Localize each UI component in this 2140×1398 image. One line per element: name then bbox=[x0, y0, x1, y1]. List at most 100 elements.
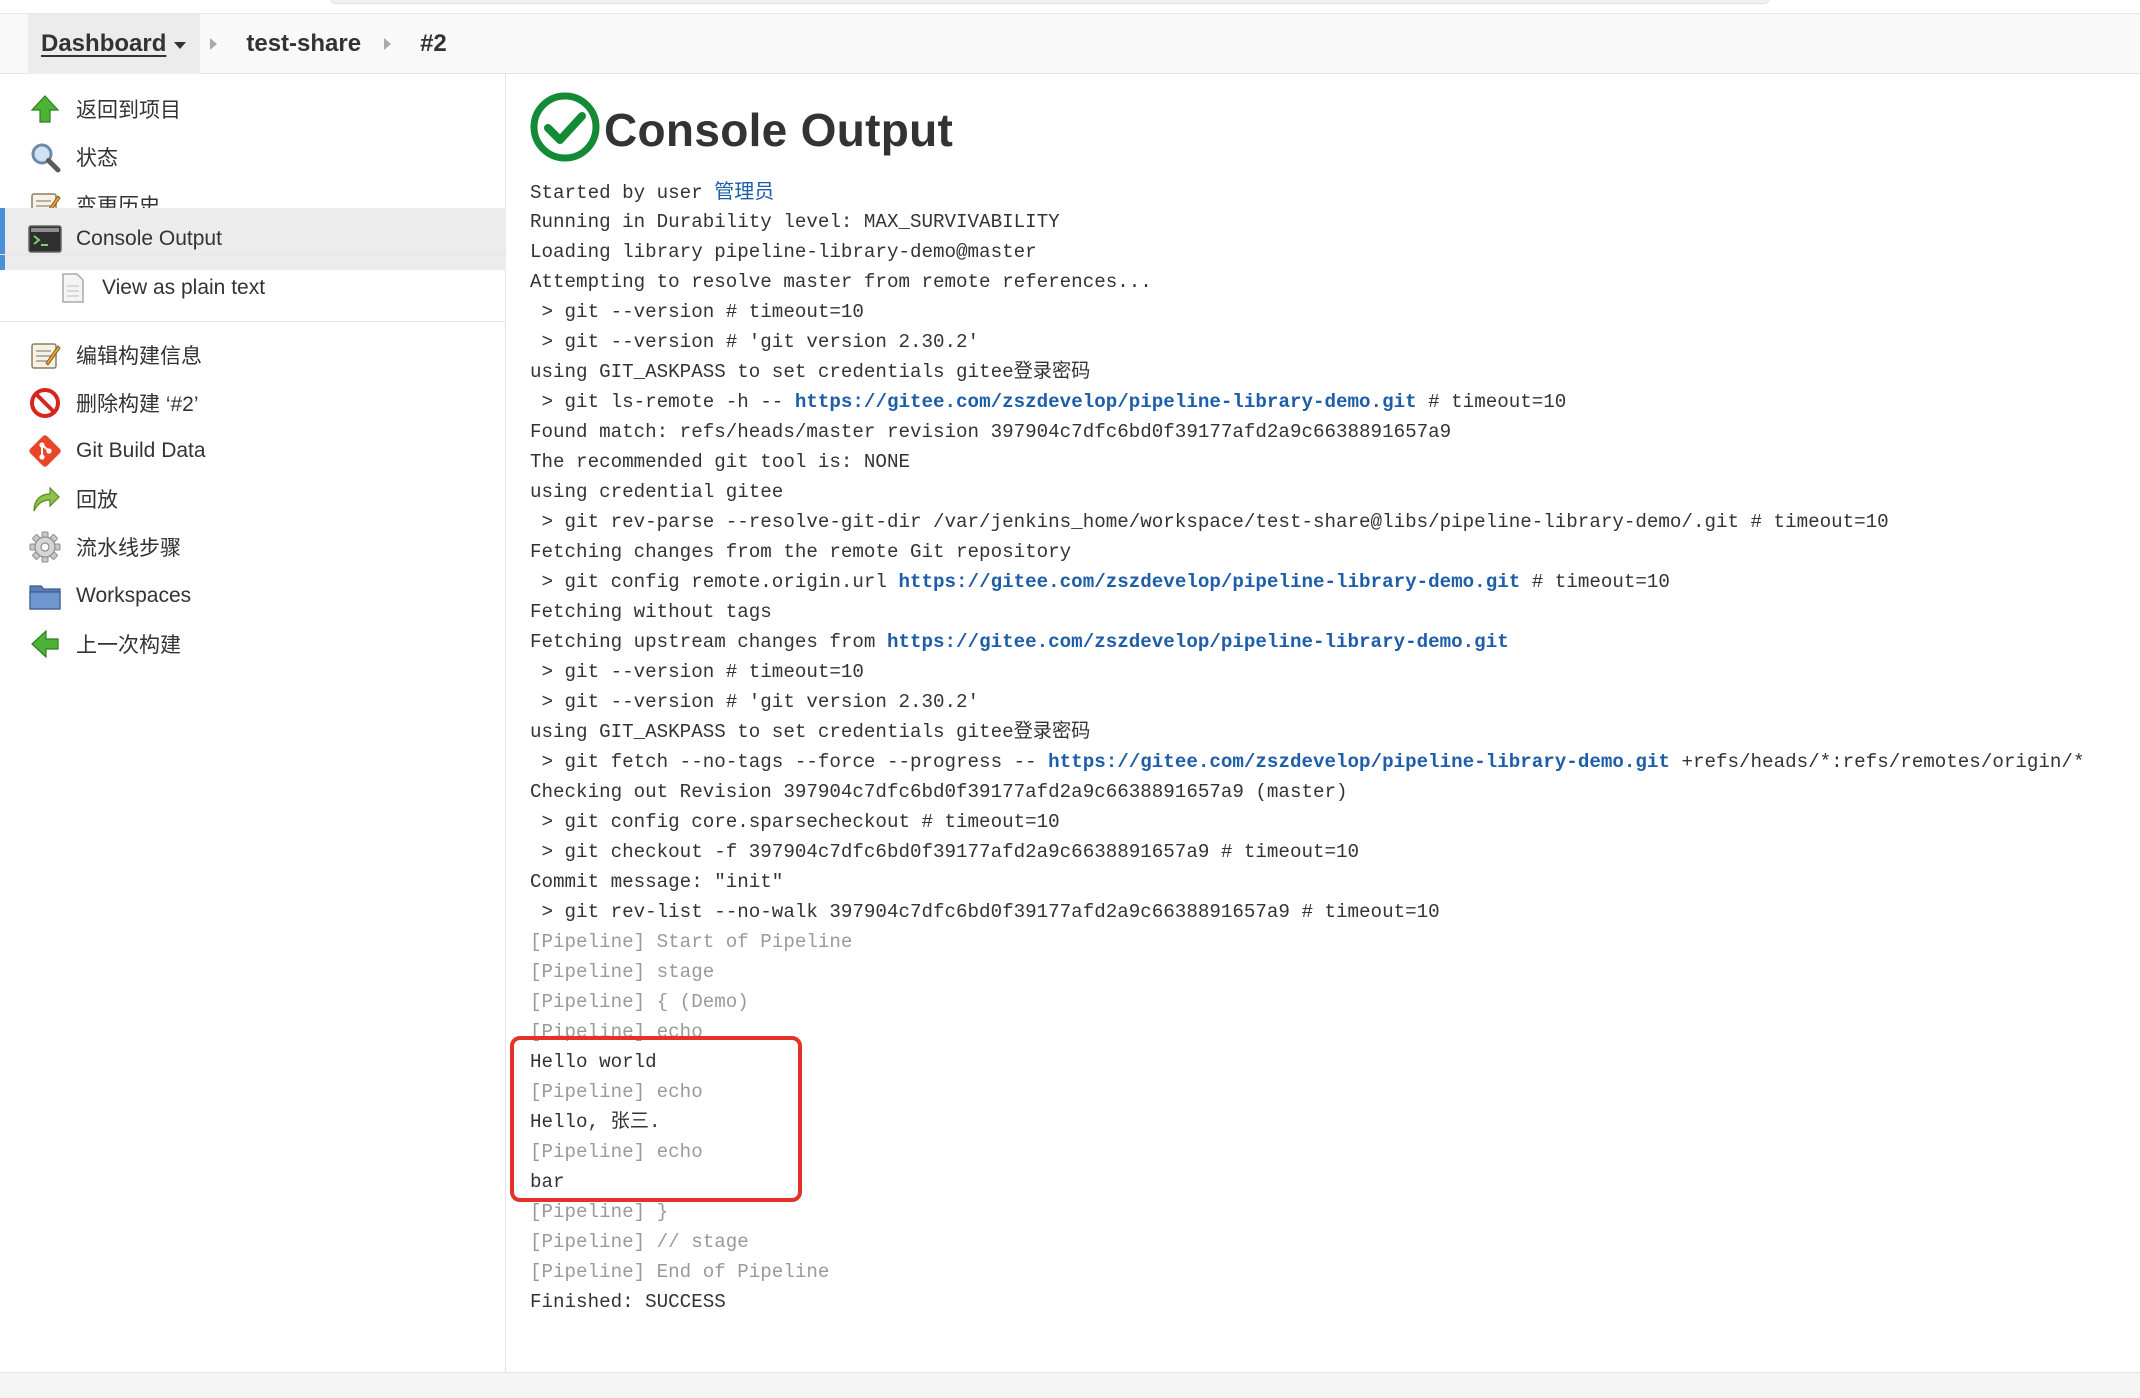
left-arrow-icon bbox=[28, 627, 62, 661]
console-line: > git ls-remote -h -- https://gitee.com/… bbox=[530, 387, 2084, 417]
user-link[interactable]: 管理员 bbox=[714, 181, 774, 203]
console-text: [Pipeline] echo bbox=[530, 1081, 703, 1103]
git-icon bbox=[28, 434, 62, 468]
console-line: > git config core.sparsecheckout # timeo… bbox=[530, 807, 2084, 837]
window-top-strip bbox=[0, 0, 2140, 14]
gear-icon bbox=[28, 530, 62, 564]
console-line: > git --version # timeout=10 bbox=[530, 297, 2084, 327]
breadcrumb-job-label[interactable]: test-share bbox=[246, 30, 361, 58]
repo-url-link[interactable]: https://gitee.com/zszdevelop/pipeline-li… bbox=[887, 631, 1509, 653]
console-text: [Pipeline] echo bbox=[530, 1021, 703, 1043]
console-text: Hello world bbox=[530, 1051, 657, 1073]
console-line: Hello, 张三. bbox=[530, 1107, 2084, 1137]
console-line: > git rev-parse --resolve-git-dir /var/j… bbox=[530, 507, 2084, 537]
page-title: Console Output bbox=[604, 103, 954, 156]
page-header: Console Output bbox=[530, 92, 953, 167]
sidebar: 返回到项目 状态 变更历史 Console Output View as pla… bbox=[0, 74, 506, 1372]
console-pipeline-line: [Pipeline] // stage bbox=[530, 1227, 2084, 1257]
console-pipeline-line: [Pipeline] stage bbox=[530, 957, 2084, 987]
main-panel: Console Output Started by user 管理员 Runnin… bbox=[530, 74, 2140, 1372]
terminal-icon bbox=[28, 222, 62, 256]
sidebar-item-label: 流水线步骤 bbox=[76, 537, 181, 560]
console-text: > git config remote.origin.url bbox=[530, 571, 899, 593]
up-arrow-icon bbox=[28, 92, 62, 126]
console-line: The recommended git tool is: NONE bbox=[530, 447, 2084, 477]
console-text: Found match: refs/heads/master revision … bbox=[530, 421, 1452, 443]
console-text: Started by user bbox=[530, 182, 715, 204]
chevron-down-icon[interactable] bbox=[174, 41, 187, 49]
console-text: [Pipeline] echo bbox=[530, 1141, 703, 1163]
chevron-right-icon bbox=[384, 37, 392, 50]
repo-url-link[interactable]: https://gitee.com/zszdevelop/pipeline-li… bbox=[1048, 751, 1670, 773]
console-line: > git --version # timeout=10 bbox=[530, 657, 2084, 687]
console-text: using GIT_ASKPASS to set credentials git… bbox=[530, 721, 1091, 743]
breadcrumb-dashboard[interactable]: Dashboard bbox=[28, 13, 201, 74]
console-line: Hello world bbox=[530, 1047, 2084, 1077]
no-entry-icon bbox=[28, 386, 62, 420]
sidebar-item-label: Git Build Data bbox=[76, 439, 206, 462]
console-line: using credential gitee bbox=[530, 477, 2084, 507]
repo-url-link[interactable]: https://gitee.com/zszdevelop/pipeline-li… bbox=[795, 391, 1417, 413]
console-line: Fetching without tags bbox=[530, 597, 2084, 627]
console-text: > git --version # timeout=10 bbox=[530, 301, 864, 323]
console-text: > git fetch --no-tags --force --progress… bbox=[530, 751, 1049, 773]
sidebar-item-label: Workspaces bbox=[76, 584, 192, 607]
console-text: > git config core.sparsecheckout # timeo… bbox=[530, 811, 1060, 833]
console-line: > git --version # 'git version 2.30.2' bbox=[530, 327, 2084, 357]
console-text: [Pipeline] End of Pipeline bbox=[530, 1261, 830, 1283]
console-pipeline-line: [Pipeline] echo bbox=[530, 1077, 2084, 1107]
console-line: > git --version # 'git version 2.30.2' bbox=[530, 687, 2084, 717]
breadcrumb: Dashboard test-share #2 bbox=[0, 13, 2140, 74]
console-text: > git --version # 'git version 2.30.2' bbox=[530, 331, 980, 353]
console-line: Fetching changes from the remote Git rep… bbox=[530, 537, 2084, 567]
sidebar-item-label: 返回到项目 bbox=[76, 99, 181, 122]
console-line: Checking out Revision 397904c7dfc6bd0f39… bbox=[530, 777, 2084, 807]
console-text: The recommended git tool is: NONE bbox=[530, 451, 910, 473]
console-text: > git checkout -f 397904c7dfc6bd0f39177a… bbox=[530, 841, 1360, 863]
console-line: Found match: refs/heads/master revision … bbox=[530, 417, 2084, 447]
repo-url-link[interactable]: https://gitee.com/zszdevelop/pipeline-li… bbox=[898, 571, 1520, 593]
console-line: > git config remote.origin.url https://g… bbox=[530, 567, 2084, 597]
console-line: > git fetch --no-tags --force --progress… bbox=[530, 747, 2085, 777]
console-line: Running in Durability level: MAX_SURVIVA… bbox=[530, 207, 2084, 237]
breadcrumb-job[interactable]: test-share bbox=[233, 14, 374, 74]
console-line: Loading library pipeline-library-demo@ma… bbox=[530, 237, 2084, 267]
console-text: Fetching upstream changes from bbox=[530, 631, 887, 653]
console-text: Fetching changes from the remote Git rep… bbox=[530, 541, 1072, 563]
console-text: [Pipeline] } bbox=[530, 1201, 669, 1223]
console-line: Finished: SUCCESS bbox=[530, 1287, 2084, 1317]
console-line: Fetching upstream changes from https://g… bbox=[530, 627, 2084, 657]
console-line: using GIT_ASKPASS to set credentials git… bbox=[530, 717, 2084, 747]
sidebar-item-label: 状态 bbox=[76, 147, 118, 170]
console-text: [Pipeline] stage bbox=[530, 961, 715, 983]
console-line: bar bbox=[530, 1167, 2084, 1197]
sidebar-item-previous-build[interactable]: 上一次构建 bbox=[0, 613, 506, 675]
sidebar-item-label: 上一次构建 bbox=[76, 634, 181, 657]
search-bar-edge bbox=[330, 0, 1770, 4]
footer bbox=[0, 1372, 2140, 1398]
sidebar-item-label: Console Output bbox=[76, 227, 222, 250]
notepad-icon bbox=[28, 338, 62, 372]
console-line: Attempting to resolve master from remote… bbox=[530, 267, 2084, 297]
breadcrumb-build[interactable]: #2 bbox=[407, 14, 460, 74]
console-text: # timeout=10 bbox=[1416, 391, 1567, 413]
sidebar-item-label: 回放 bbox=[76, 489, 118, 512]
console-text: Finished: SUCCESS bbox=[530, 1291, 726, 1313]
folder-icon bbox=[28, 579, 62, 613]
console-text: > git rev-list --no-walk 397904c7dfc6bd0… bbox=[530, 901, 1440, 923]
console-pipeline-line: [Pipeline] } bbox=[530, 1197, 2084, 1227]
console-text: Running in Durability level: MAX_SURVIVA… bbox=[530, 211, 1060, 233]
sidebar-item-label: 编辑构建信息 bbox=[76, 345, 202, 368]
console-text: +refs/heads/*:refs/remotes/origin/* bbox=[1669, 751, 2085, 773]
console-line: Started by user 管理员 bbox=[530, 177, 2084, 207]
console-text: bar bbox=[530, 1171, 565, 1193]
console-text: [Pipeline] { (Demo) bbox=[530, 991, 749, 1013]
console-text: Fetching without tags bbox=[530, 601, 772, 623]
breadcrumb-build-label[interactable]: #2 bbox=[420, 30, 447, 58]
breadcrumb-dashboard-label[interactable]: Dashboard bbox=[41, 30, 166, 58]
chevron-right-icon bbox=[210, 37, 218, 50]
console-line: using GIT_ASKPASS to set credentials git… bbox=[530, 357, 2084, 387]
sidebar-item-view-plain-text[interactable]: View as plain text bbox=[0, 254, 506, 322]
console-output: Started by user 管理员 Running in Durability… bbox=[530, 177, 2084, 1317]
console-pipeline-line: [Pipeline] Start of Pipeline bbox=[530, 927, 2084, 957]
